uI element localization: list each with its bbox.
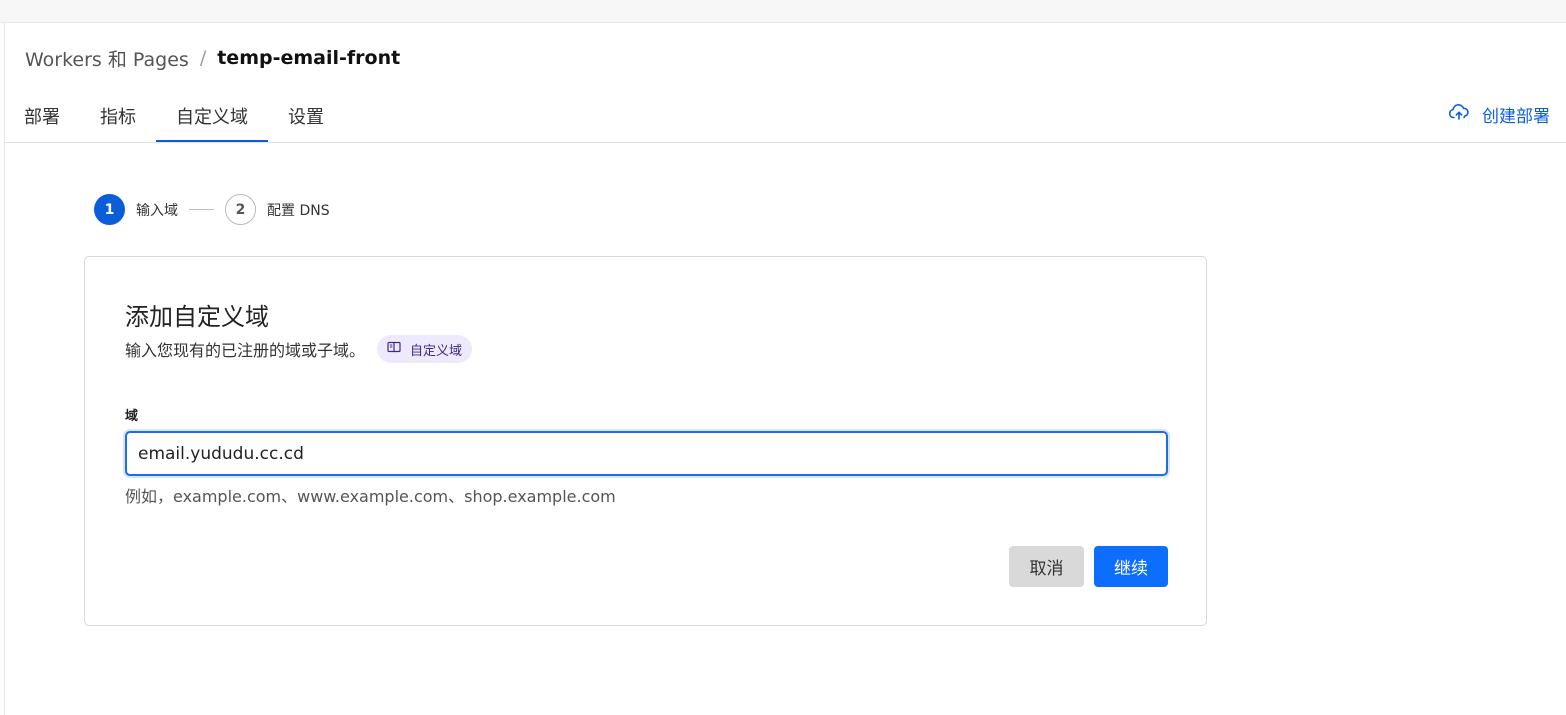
- step-1-indicator: 1: [94, 194, 125, 225]
- card-title: 添加自定义域: [125, 303, 269, 331]
- domain-field-label: 域: [125, 409, 139, 424]
- card-subtitle: 输入您现有的已注册的域或子域。: [125, 341, 366, 360]
- tab-label: 设置: [288, 106, 324, 128]
- step-2-indicator: 2: [225, 194, 256, 225]
- create-deployment-label: 创建部署: [1482, 106, 1550, 127]
- card-subtitle-row: 输入您现有的已注册的域或子域。 自定义域: [125, 335, 473, 363]
- tab-label: 部署: [24, 106, 60, 128]
- continue-button[interactable]: 继续: [1094, 546, 1168, 587]
- docs-link-chip[interactable]: 自定义域: [377, 335, 473, 363]
- book-icon: [387, 341, 410, 357]
- step-connector: [189, 209, 214, 210]
- tab-label: 指标: [100, 106, 136, 128]
- tab-bar: 部署 指标 自定义域 设置: [4, 88, 344, 143]
- tab-metrics[interactable]: 指标: [80, 88, 156, 143]
- breadcrumb-separator: /: [199, 47, 207, 69]
- top-strip: [0, 0, 1566, 23]
- step-1-label: 输入域: [136, 202, 178, 219]
- stepper: 1 输入域 2 配置 DNS: [94, 193, 330, 226]
- tab-label: 自定义域: [176, 106, 248, 128]
- add-domain-card: 添加自定义域 输入您现有的已注册的域或子域。 自定义域 域 例如，example…: [84, 256, 1207, 626]
- breadcrumb-current: temp-email-front: [217, 47, 401, 69]
- tab-settings[interactable]: 设置: [268, 88, 344, 143]
- domain-field-hint: 例如，example.com、www.example.com、shop.exam…: [125, 487, 616, 506]
- tab-deployments[interactable]: 部署: [4, 88, 80, 143]
- breadcrumb: Workers 和 Pages / temp-email-front: [25, 44, 400, 72]
- tab-bar-divider: [4, 142, 1566, 143]
- docs-link-label: 自定义域: [410, 343, 463, 359]
- cloud-upload-icon: [1448, 103, 1482, 126]
- step-2-label: 配置 DNS: [267, 202, 330, 219]
- cancel-button[interactable]: 取消: [1009, 546, 1084, 587]
- create-deployment-button[interactable]: 创建部署: [1448, 100, 1550, 128]
- domain-input[interactable]: [125, 431, 1168, 476]
- tab-custom-domains[interactable]: 自定义域: [156, 88, 268, 143]
- breadcrumb-root-link[interactable]: Workers 和 Pages: [25, 45, 189, 72]
